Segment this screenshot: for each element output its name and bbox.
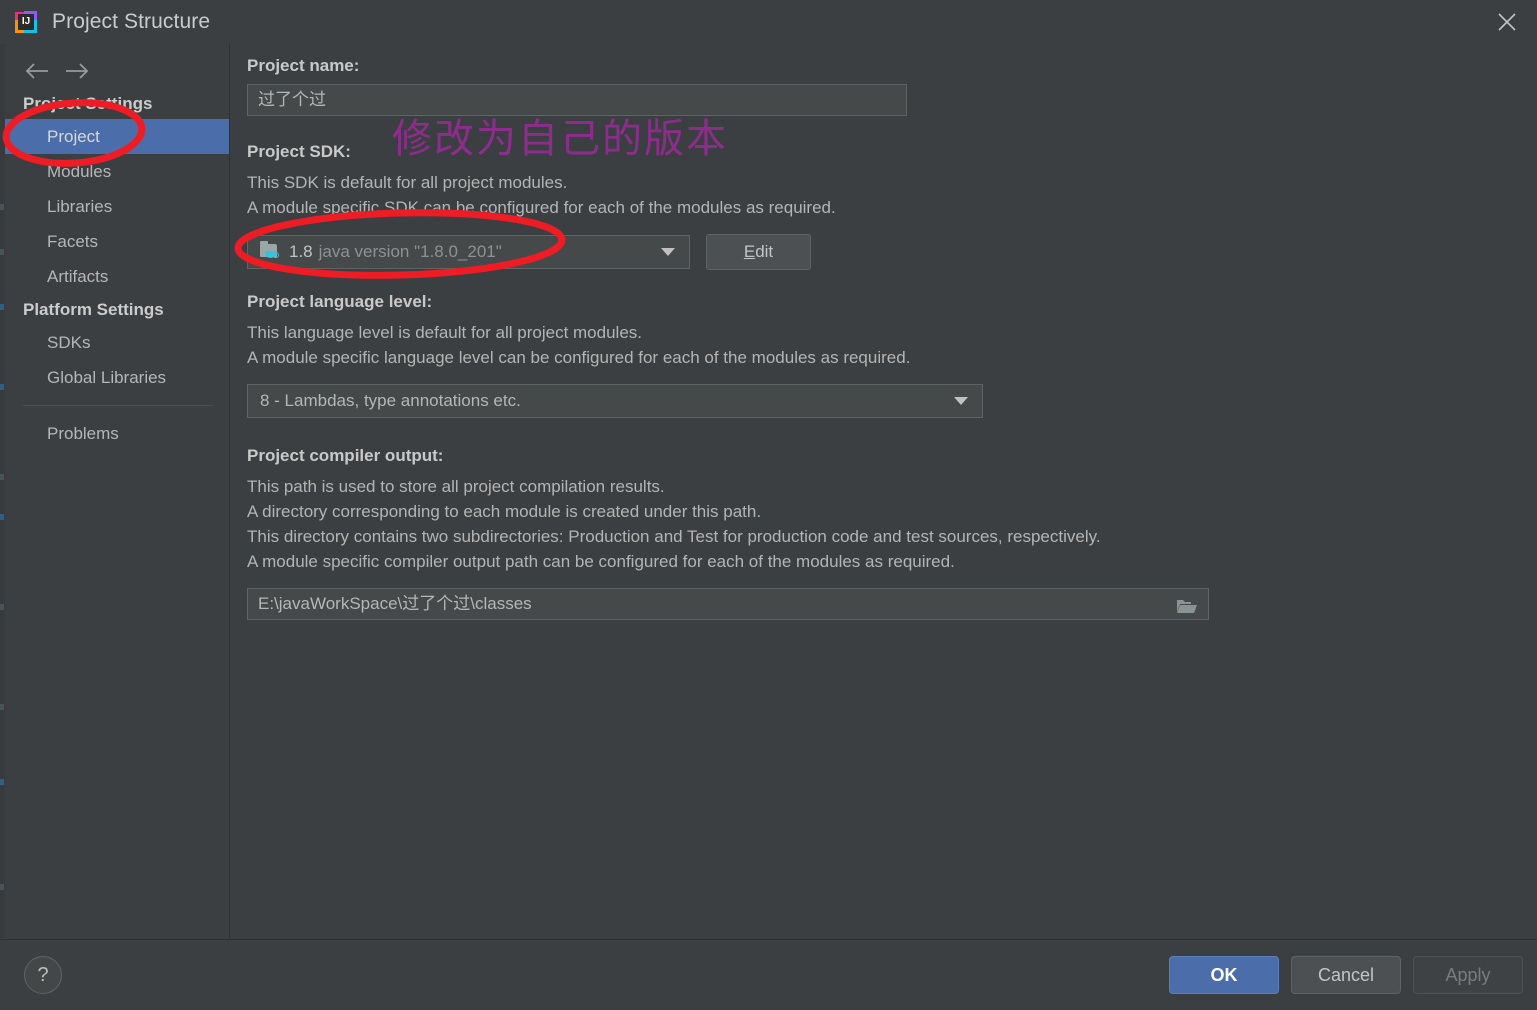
project-sdk-desc-line-2: A module specific SDK can be configured … <box>247 198 836 217</box>
compiler-output-input[interactable]: E:\javaWorkSpace\过了个过\classes <box>247 588 1209 620</box>
dialog-buttons: OK Cancel Apply <box>1169 956 1523 994</box>
compiler-output-desc-line-3: This directory contains two subdirectori… <box>247 527 1101 546</box>
project-sdk-desc-line-1: This SDK is default for all project modu… <box>247 173 568 192</box>
chevron-down-icon <box>954 397 968 405</box>
sidebar-item-libraries[interactable]: Libraries <box>5 189 229 224</box>
arrow-right-icon[interactable] <box>57 57 97 85</box>
compiler-output-label: Project compiler output: <box>247 446 444 465</box>
dialog-footer: ? OK Cancel Apply <box>0 939 1537 1010</box>
navigation-arrows <box>5 44 229 88</box>
java-folder-icon <box>260 241 280 261</box>
compiler-output-desc-line-2: A directory corresponding to each module… <box>247 502 762 521</box>
language-level-desc-line-2: A module specific language level can be … <box>247 348 911 367</box>
sdk-version-label: 1.8 <box>289 242 313 261</box>
window-title: Project Structure <box>52 10 211 33</box>
arrow-left-icon[interactable] <box>17 57 57 85</box>
cancel-button[interactable]: Cancel <box>1291 956 1401 994</box>
sidebar-item-sdks[interactable]: SDKs <box>5 325 229 360</box>
project-sdk-label: Project SDK: <box>247 142 351 161</box>
project-sdk-row: 1.8 java version "1.8.0_201" Edit <box>247 234 1537 270</box>
project-name-label: Project name: <box>247 56 360 75</box>
project-sdk-combo[interactable]: 1.8 java version "1.8.0_201" <box>247 235 690 269</box>
sidebar-item-global-libraries[interactable]: Global Libraries <box>5 360 229 395</box>
language-level-combo[interactable]: 8 - Lambdas, type annotations etc. <box>247 384 983 418</box>
chevron-down-icon <box>661 248 675 256</box>
sidebar-item-facets[interactable]: Facets <box>5 224 229 259</box>
sidebar-item-problems[interactable]: Problems <box>5 416 229 451</box>
close-icon[interactable] <box>1477 0 1537 44</box>
compiler-output-value: E:\javaWorkSpace\过了个过\classes <box>258 594 532 613</box>
sidebar-item-modules[interactable]: Modules <box>5 154 229 189</box>
compiler-output-desc-line-4: A module specific compiler output path c… <box>247 552 955 571</box>
sidebar-group-platform-settings: Platform Settings <box>23 300 164 319</box>
edit-button-mnemonic: E <box>743 242 756 261</box>
ok-button[interactable]: OK <box>1169 956 1279 994</box>
project-name-input[interactable]: 过了个过 <box>247 84 907 116</box>
language-level-section: Project language level: This language le… <box>247 292 1537 418</box>
project-sdk-section: Project SDK: This SDK is default for all… <box>247 142 1537 270</box>
language-level-desc-line-1: This language level is default for all p… <box>247 323 642 342</box>
help-button[interactable]: ? <box>24 956 62 994</box>
sidebar: Project Settings Project Modules Librari… <box>5 44 230 938</box>
edit-button-rest: dit <box>755 242 774 261</box>
sidebar-group-project-settings: Project Settings <box>23 94 153 113</box>
compiler-output-section: Project compiler output: This path is us… <box>247 446 1537 620</box>
language-level-label: Project language level: <box>247 292 433 311</box>
apply-button: Apply <box>1413 956 1523 994</box>
sidebar-item-project[interactable]: Project <box>5 119 229 154</box>
sidebar-divider <box>23 405 213 406</box>
language-level-value: 8 - Lambdas, type annotations etc. <box>260 391 521 410</box>
title-bar: IJ Project Structure <box>0 0 1537 44</box>
sidebar-item-artifacts[interactable]: Artifacts <box>5 259 229 294</box>
sdk-description-label: java version "1.8.0_201" <box>318 242 502 261</box>
project-name-section: Project name: 过了个过 <box>247 56 1537 116</box>
compiler-output-desc-line-1: This path is used to store all project c… <box>247 477 665 496</box>
project-structure-dialog: IJ Project Structure Project Settings Pr… <box>0 0 1537 1010</box>
folder-open-icon[interactable] <box>1176 595 1198 613</box>
main-panel: Project name: 过了个过 Project SDK: This SDK… <box>231 44 1537 938</box>
intellij-idea-icon: IJ <box>14 10 38 34</box>
edit-sdk-button[interactable]: Edit <box>706 234 811 270</box>
